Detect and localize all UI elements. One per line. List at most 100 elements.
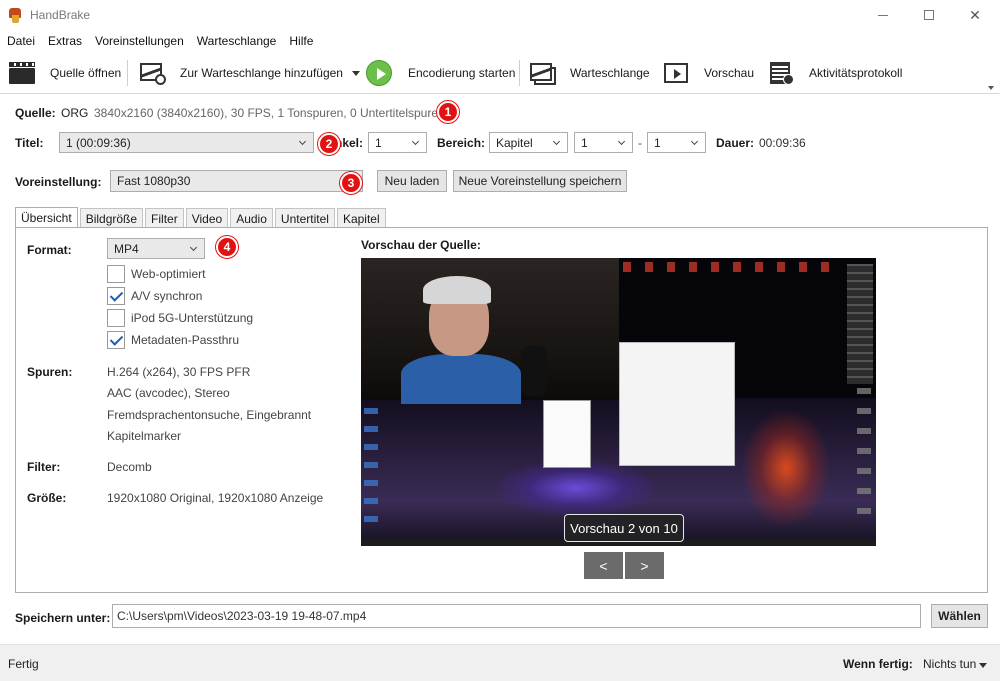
save-path-value: C:\Users\pm\Videos\2023-03-19 19-48-07.m… [117,609,367,623]
preset-value: Fast 1080p30 [117,174,191,188]
activity-log-button[interactable]: Aktivitätsprotokoll [767,52,902,94]
angle-select-value: 1 [375,135,382,150]
title-select[interactable]: 1 (00:09:36) [59,132,314,153]
save-new-preset-button[interactable]: Neue Voreinstellung speichern [453,170,627,192]
tab-filter[interactable]: Filter [145,208,184,228]
tracks-label: Spuren: [27,365,73,379]
chevron-down-icon[interactable] [351,70,360,76]
metadata-passthru-label: Metadaten-Passthru [131,333,240,347]
browse-button[interactable]: Wählen [931,604,988,628]
range-end-select[interactable]: 1 [647,132,706,153]
duration-label: Dauer: [716,136,755,150]
save-path-input[interactable]: C:\Users\pm\Videos\2023-03-19 19-48-07.m… [112,604,921,628]
preview-explorer [543,400,591,468]
ipod-support-label: iPod 5G-Unterstützung [131,311,254,325]
toolbar: Quelle öffnen Zur Warteschlange hinzufüg… [0,52,1000,94]
tab-bar: Übersicht Bildgröße Filter Video Audio U… [15,207,388,228]
add-to-queue-button[interactable]: Zur Warteschlange hinzufügen [138,52,360,94]
filter-value: Decomb [107,460,152,474]
queue-button[interactable]: Warteschlange [528,52,650,94]
film-icon [662,60,690,86]
maximize-icon [924,10,934,20]
maximize-button[interactable] [906,0,952,30]
minimize-icon [878,14,888,16]
preview-desktop-icons [623,262,843,272]
handbrake-logo-icon [7,7,23,23]
metadata-passthru-checkbox[interactable] [107,331,125,349]
source-name: ORG [61,106,89,120]
angle-select[interactable]: 1 [368,132,427,153]
filter-label: Filter: [27,460,61,474]
size-value: 1920x1080 Original, 1920x1080 Anzeige [107,491,324,505]
preview-next-button[interactable]: > [625,552,664,579]
annotation-badge-2: 2 [318,133,340,155]
range-separator: - [638,136,642,150]
annotation-badge-4: 4 [216,236,238,258]
add-to-queue-label: Zur Warteschlange hinzufügen [180,66,343,80]
close-icon: ✕ [969,6,981,23]
preview-caption: Vorschau 2 von 10 [564,514,684,542]
preview-desktop-icons [857,388,871,528]
menu-hilfe[interactable]: Hilfe [289,34,313,48]
toolbar-overflow-icon[interactable] [988,86,994,90]
title-bar: HandBrake ✕ [0,0,1000,30]
start-encode-button[interactable]: Encodierung starten [366,52,515,94]
preview-glow [741,408,831,528]
range-type-select[interactable]: Kapitel [489,132,568,153]
tab-subtitles[interactable]: Untertitel [274,208,335,228]
ipod-support-checkbox[interactable] [107,309,125,327]
range-start-select[interactable]: 1 [574,132,633,153]
track-subtitle: Fremdsprachentonsuche, Eingebrannt [107,408,312,422]
preview-person [401,276,547,404]
when-done-select[interactable]: Nichts tun [923,657,988,671]
title-label: Titel: [15,136,44,150]
preview-widget [847,264,873,384]
range-end-value: 1 [654,135,661,150]
av-sync-checkbox[interactable] [107,287,125,305]
add-image-icon [138,60,166,86]
format-select[interactable]: MP4 [107,238,205,259]
tab-chapters[interactable]: Kapitel [336,208,386,228]
queue-label: Warteschlange [570,66,650,80]
when-done-value: Nichts tun [923,657,977,671]
tab-overview[interactable]: Übersicht [15,207,78,228]
preset-select[interactable]: Fast 1080p30 [110,170,363,192]
reload-preset-button[interactable]: Neu laden [377,170,447,192]
menu-extras[interactable]: Extras [48,34,82,48]
chevron-down-icon [979,663,988,668]
duration-value: 00:09:36 [759,136,806,150]
tab-video[interactable]: Video [185,208,229,228]
activity-log-label: Aktivitätsprotokoll [809,66,903,80]
menu-warteschlange[interactable]: Warteschlange [197,34,277,48]
status-text: Fertig [8,657,39,671]
queue-icon [528,60,556,86]
preview-label: Vorschau der Quelle: [361,238,481,252]
play-icon [366,60,394,86]
web-optimized-checkbox[interactable] [107,265,125,283]
preview-webcam [361,258,619,404]
size-label: Größe: [27,491,67,505]
open-source-button[interactable]: Quelle öffnen [8,52,121,94]
track-audio: AAC (avcodec), Stereo [107,386,230,400]
window-title: HandBrake [30,8,91,22]
menu-datei[interactable]: Datei [7,34,35,48]
close-button[interactable]: ✕ [952,0,998,30]
preview-button[interactable]: Vorschau [662,52,754,94]
range-label: Bereich: [437,136,486,150]
toolbar-separator [519,60,520,86]
annotation-badge-3: 3 [340,172,362,194]
preview-desktop-icons [364,404,378,534]
minimize-button[interactable] [860,0,906,30]
web-optimized-label: Web-optimiert [131,267,206,281]
when-done-label: Wenn fertig: [843,657,913,671]
preview-prev-button[interactable]: < [584,552,623,579]
range-type-value: Kapitel [496,135,533,150]
title-select-value: 1 (00:09:36) [66,135,131,150]
menu-voreinstellungen[interactable]: Voreinstellungen [95,34,184,48]
tab-dimensions[interactable]: Bildgröße [79,208,144,228]
range-start-value: 1 [581,135,588,150]
av-sync-label: A/V synchron [131,289,203,303]
source-info: 3840x2160 (3840x2160), 30 FPS, 1 Tonspur… [94,106,445,120]
clapperboard-icon [8,60,36,86]
tab-audio[interactable]: Audio [230,208,273,228]
